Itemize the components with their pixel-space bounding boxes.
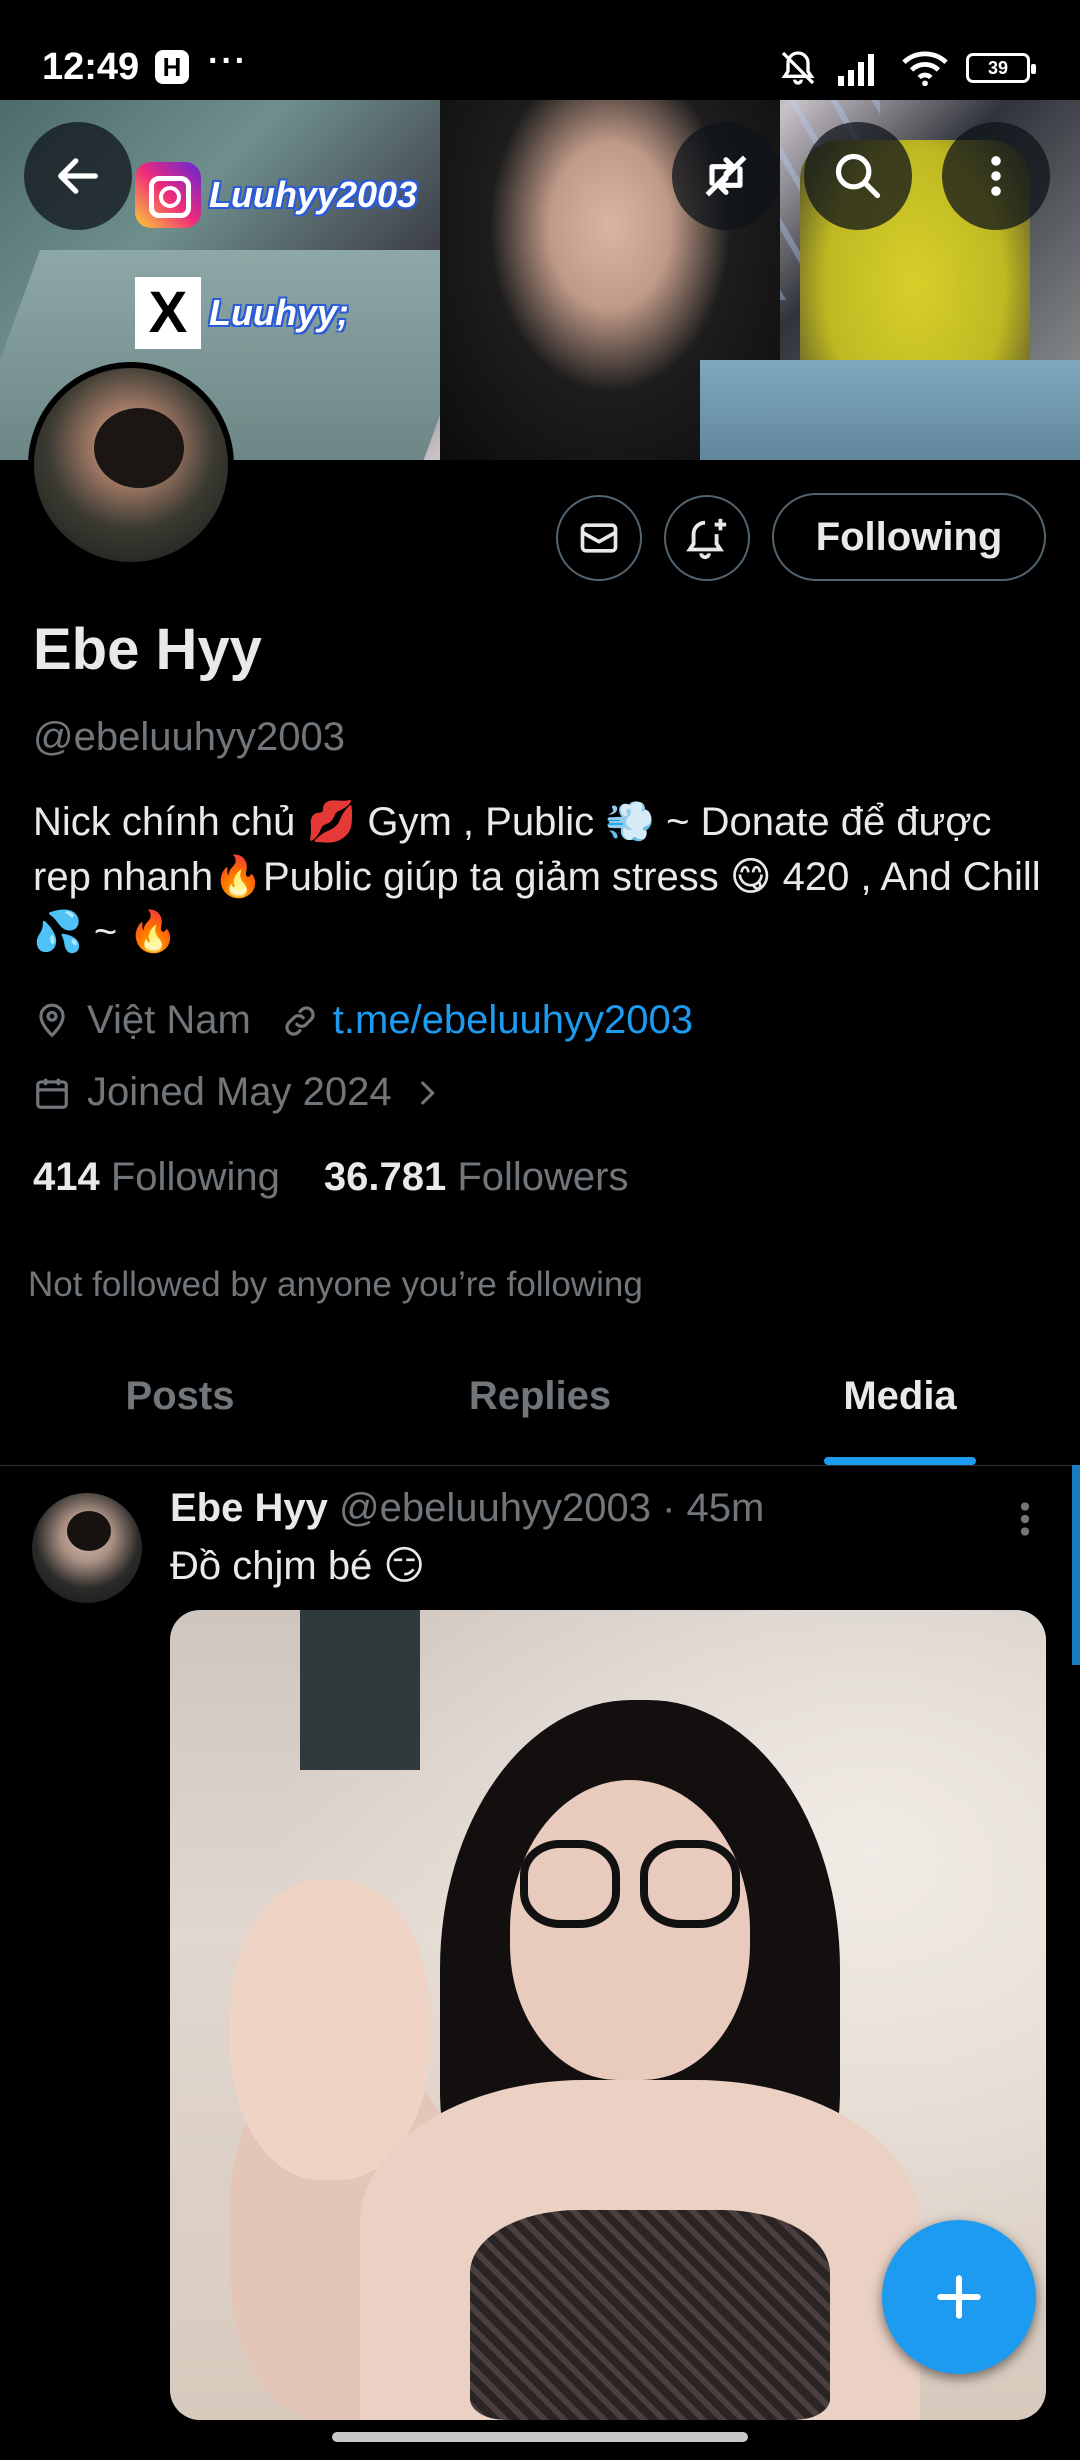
compose-post-button[interactable] [882,2220,1036,2374]
following-button[interactable]: Following [772,493,1046,581]
profile-tabs: Posts Replies Media [0,1362,1080,1466]
post-separator: · [662,1486,676,1530]
profile-joined: Joined May 2024 [87,1070,392,1114]
tab-replies[interactable]: Replies [360,1362,720,1465]
battery-icon: 39 [966,53,1036,83]
followers-count: 36.781 [323,1155,447,1199]
image-glasses-left [520,1840,620,1928]
profile-avatar[interactable] [28,362,234,568]
home-indicator[interactable] [332,2432,748,2442]
profile-meta-row: Việt Nam t.me/ebeluuhyy2003 [33,998,693,1043]
post-author-name[interactable]: Ebe Hyy [170,1486,328,1530]
search-button[interactable] [804,122,912,230]
profile-location: Việt Nam [87,998,251,1042]
tab-posts[interactable]: Posts [0,1362,360,1465]
profile-name: Ebe Hyy [33,617,262,682]
profile-bio: Nick chính chủ 💋 Gym , Public 💨 ~ Donate… [33,800,1041,954]
repost-toggle-button[interactable] [672,122,780,230]
x-logo-icon: X [135,277,201,349]
instagram-icon [135,162,201,228]
image-lace-top [470,2210,830,2420]
mail-icon [580,523,618,553]
instagram-handle: Luuhyy2003 [209,174,418,215]
more-options-button[interactable] [942,122,1050,230]
joined-row[interactable]: Joined May 2024 [33,1070,444,1115]
banner-instagram-tag: Luuhyy2003 [135,162,417,228]
more-vertical-icon [1020,1502,1030,1536]
app-notification-icon: H [155,50,189,84]
plus-icon [937,2275,981,2319]
no-repost-icon [705,155,747,197]
post-author-handle: @ebeluuhyy2003 [338,1486,651,1530]
message-button[interactable] [556,495,642,581]
post-author-avatar[interactable] [32,1493,142,1603]
post-time: 45m [686,1486,765,1530]
mute-bell-icon [781,51,815,85]
scrollbar[interactable] [1072,1465,1080,1665]
back-arrow-icon [58,158,98,194]
signal-icon [838,54,874,86]
followers-label: Followers [457,1155,629,1199]
post-more-button[interactable] [1010,1494,1040,1544]
banner-x-tag: X Luuhyy; [135,277,349,349]
following-label: Following [110,1155,280,1199]
following-count: 414 [33,1155,100,1199]
back-button[interactable] [24,122,132,230]
image-hand [230,1880,430,2180]
x-handle: Luuhyy; [209,292,349,333]
status-bar: 12:49 H ··· 39 [0,0,1080,100]
post-header: Ebe Hyy @ebeluuhyy2003 · 45m [170,1486,764,1531]
image-face [510,1780,750,2080]
calendar-icon [36,1078,68,1109]
not-followed-notice: Not followed by anyone you’re following [28,1265,643,1304]
status-time: 12:49 [42,46,140,88]
wifi-icon [902,51,948,86]
status-icons: 39 [778,48,1036,88]
tab-media[interactable]: Media [720,1362,1080,1465]
profile-website-link[interactable]: t.me/ebeluuhyy2003 [333,998,693,1043]
link-icon [285,1005,315,1036]
more-notifications-icon: ··· [208,42,248,80]
following-stat[interactable]: 414 Following [33,1155,280,1200]
more-vertical-icon [991,156,1001,196]
image-poster [300,1610,420,1770]
follow-stats: 414 Following 36.781 Followers [33,1155,628,1200]
followers-stat[interactable]: 36.781 Followers [324,1155,629,1200]
image-glasses-right [640,1840,740,1928]
location-pin-icon [39,1003,65,1037]
post-text: Đồ chjm bé 😏 [170,1544,426,1588]
chevron-right-icon [420,1081,435,1104]
search-icon [835,153,881,199]
notifications-button[interactable] [664,495,750,581]
profile-handle: @ebeluuhyy2003 [33,715,345,759]
bell-plus-icon [686,518,727,560]
banner-pool-table-right [700,360,1080,460]
